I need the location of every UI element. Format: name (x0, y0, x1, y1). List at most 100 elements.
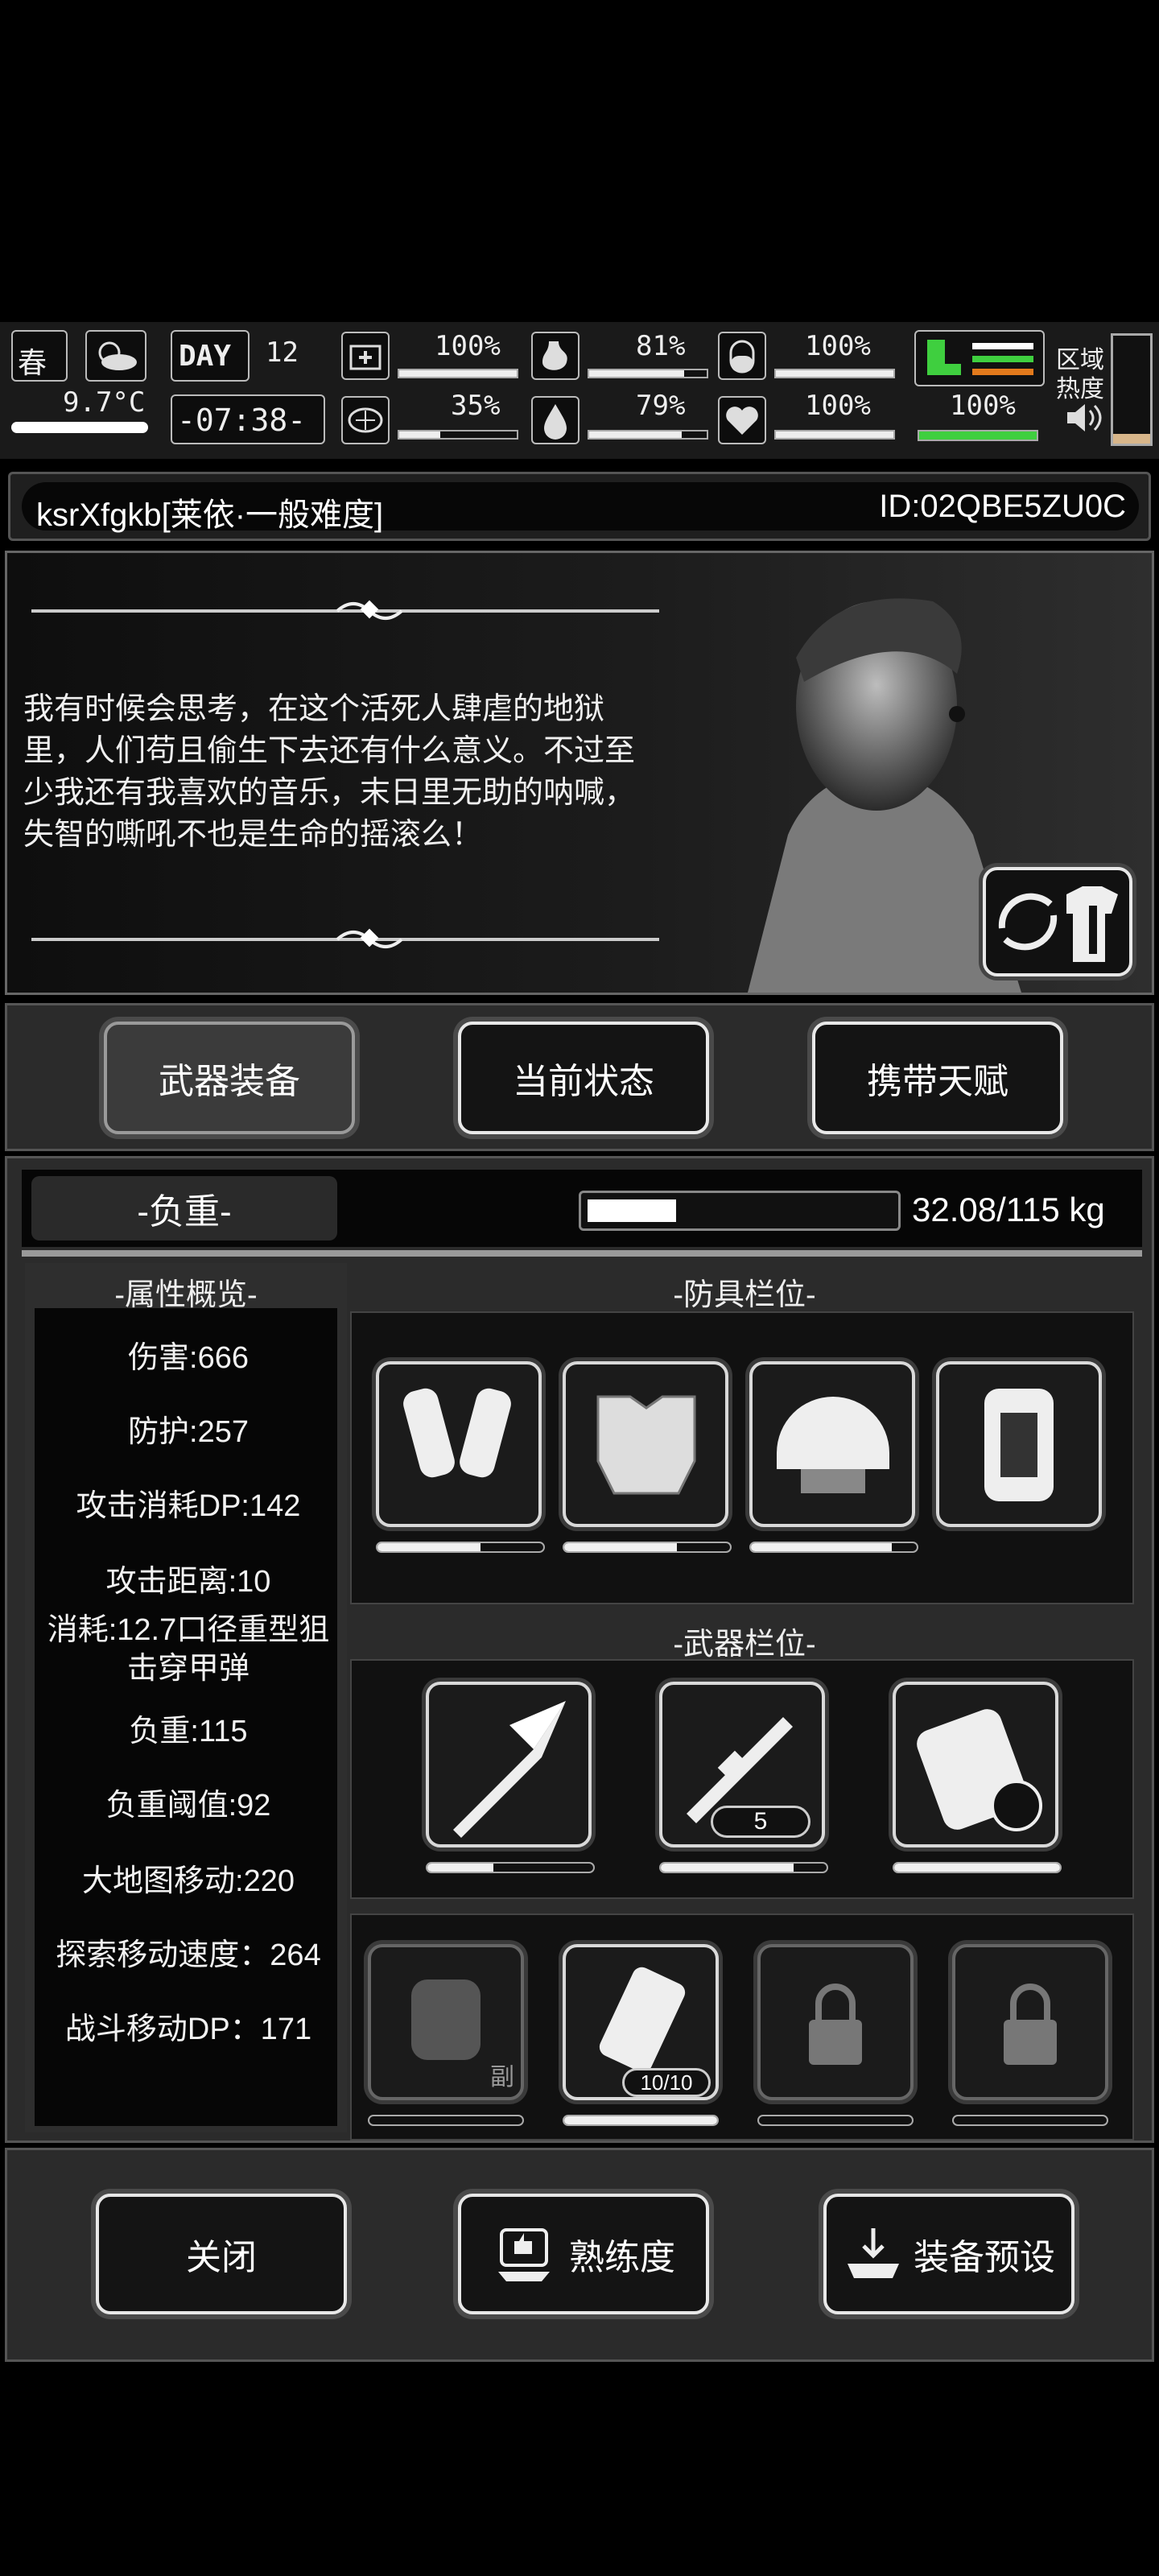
consumable-slot[interactable]: 10/10 (563, 1944, 719, 2100)
tab-talents[interactable]: 携带天赋 (812, 1022, 1063, 1134)
tab-current-status[interactable]: 当前状态 (458, 1022, 709, 1134)
temperature: 9.7°C (63, 386, 146, 419)
ammo-count-badge: 5 (711, 1806, 810, 1838)
weapon-slot-melee-durability (426, 1862, 595, 1873)
armor-slot-body-durability (563, 1542, 732, 1553)
hunger-bar (588, 369, 708, 378)
top-ornament-icon (329, 595, 410, 631)
medkit-icon (341, 332, 390, 380)
pill-icon (718, 332, 766, 380)
tab-bar: 武器装备 当前状态 携带天赋 (5, 1003, 1154, 1151)
boot-icon (927, 340, 1033, 375)
equipment-panel: -负重- 32.08/115 kg -属性概览- 伤害:666 防护:257 攻… (5, 1156, 1154, 2143)
weapon-slot-ranged-durability (659, 1862, 828, 1873)
backpack-icon (984, 1389, 1054, 1501)
weight-bar (579, 1191, 901, 1231)
pills-bar (774, 369, 895, 378)
close-button[interactable]: 关闭 (96, 2194, 347, 2314)
character-quote: 我有时候会思考，在这个活死人肆虐的地狱里，人们苟且偷生下去还有什么意义。不过至少… (23, 692, 636, 852)
tactical-helmet-icon (777, 1397, 889, 1493)
day-label: DAY (179, 340, 232, 373)
armor-title: -防具栏位- (673, 1278, 816, 1312)
armor-slot-head[interactable] (749, 1361, 915, 1527)
health-value: 100% (435, 330, 501, 362)
top-hud: 春 9.7°C DAY 12 -07:38- 100% 81% 100% 35%… (0, 322, 1159, 459)
weather-cloud-sun-icon (85, 330, 146, 382)
area-heat-gauge (1111, 333, 1153, 446)
stamina-box (914, 330, 1045, 386)
heart-bar (774, 430, 895, 440)
offhand-slot[interactable]: 副 (368, 1944, 524, 2100)
spear-icon (453, 1701, 566, 1838)
proficiency-label: 熟练度 (569, 2238, 675, 2277)
character-header: ksrXfgkb[莱依·一般难度] ID:02QBE5ZU0C (8, 472, 1151, 541)
shield-pack-icon (917, 1709, 1042, 1831)
day-number: 12 (266, 336, 299, 369)
water-bar (588, 430, 708, 440)
armor-slot-backpack[interactable] (936, 1361, 1102, 1527)
arm-guards-icon (403, 1388, 511, 1478)
weapon-slot-shield-durability (893, 1862, 1062, 1873)
lock-icon (809, 1984, 862, 2065)
character-name: ksrXfgkb[莱依·一般难度] (36, 497, 384, 533)
armor-slot-arms[interactable] (376, 1361, 542, 1527)
refresh-shirt-icon (998, 886, 1118, 962)
weapon-slot-ranged[interactable]: 5 (659, 1682, 825, 1847)
armor-slot-body[interactable] (563, 1361, 728, 1527)
character-id: ID:02QBE5ZU0C (879, 489, 1126, 524)
preset-label: 装备预设 (914, 2238, 1055, 2277)
character-portrait-panel: 我有时候会思考，在这个活死人肆虐的地狱里，人们苟且偷生下去还有什么意义。不过至少… (5, 551, 1154, 995)
stat-attack-range: 攻击距离:10 (105, 1565, 271, 1599)
weapon-slot-melee[interactable] (426, 1682, 592, 1847)
brain-bar (398, 430, 518, 440)
stat-carry-threshold: 负重阈值:92 (105, 1789, 271, 1823)
locked-slot-2[interactable] (952, 1944, 1108, 2100)
stat-battle-dp: 战斗移动DP：171 (64, 2013, 312, 2046)
weight-divider (22, 1250, 1142, 1257)
equipment-preset-button[interactable]: 装备预设 (823, 2194, 1074, 2314)
hunger-value: 81% (636, 330, 686, 362)
offhand-slot-bar (368, 2115, 524, 2126)
weapon-slot-shield[interactable] (893, 1682, 1058, 1847)
armor-slots (350, 1311, 1134, 1604)
weapon-slots: 5 (350, 1659, 1134, 1899)
lock-icon (1004, 1984, 1057, 2065)
stamina-value: 100% (950, 390, 1016, 422)
tab-weapons-equipment[interactable]: 武器装备 (104, 1022, 355, 1134)
clock-box: -07:38- (171, 394, 325, 444)
footer-bar: 关闭 熟练度 装备预设 (5, 2148, 1154, 2362)
consumable-count-badge: 10/10 (622, 2068, 711, 2097)
temperature-gauge (11, 422, 148, 433)
season-label: 春 (18, 347, 47, 380)
stat-attack-dp: 攻击消耗DP:142 (76, 1489, 301, 1523)
water-drop-icon (531, 396, 580, 444)
locked-slot-1[interactable] (757, 1944, 914, 2100)
season-box: 春 (11, 330, 68, 382)
offhand-badge: 副 (490, 2064, 514, 2091)
stat-defense: 防护:257 (128, 1415, 249, 1449)
stat-damage: 伤害:666 (128, 1341, 249, 1375)
stat-explore-speed: 探索移动速度：264 (56, 1938, 321, 1972)
attributes-title: -属性概览- (114, 1278, 258, 1312)
stat-map-move: 大地图移动:220 (82, 1864, 295, 1898)
sound-icon[interactable] (1062, 399, 1103, 440)
locked-slot-2-bar (952, 2115, 1108, 2126)
brain-value: 35% (451, 390, 501, 422)
consumable-slot-bar (563, 2115, 719, 2126)
pills-value: 100% (805, 330, 871, 362)
stomach-icon (531, 332, 580, 380)
stamina-bar (918, 430, 1038, 441)
clock: -07:38- (177, 402, 307, 438)
heart-value: 100% (805, 390, 871, 422)
change-outfit-button[interactable] (983, 867, 1132, 976)
weight-label: -负重- (31, 1176, 337, 1241)
proficiency-button[interactable]: 熟练度 (458, 2194, 709, 2314)
bottom-ornament-icon (329, 923, 410, 960)
body-armor-icon (596, 1395, 696, 1495)
day-box: DAY (171, 330, 250, 382)
extra-slots: 副 10/10 (350, 1913, 1134, 2140)
brain-icon (341, 396, 390, 444)
water-value: 79% (636, 390, 686, 422)
stat-ammo: 消耗:12.7口径重型狙击穿甲弹 (47, 1613, 330, 1686)
download-preset-icon (848, 2228, 899, 2278)
